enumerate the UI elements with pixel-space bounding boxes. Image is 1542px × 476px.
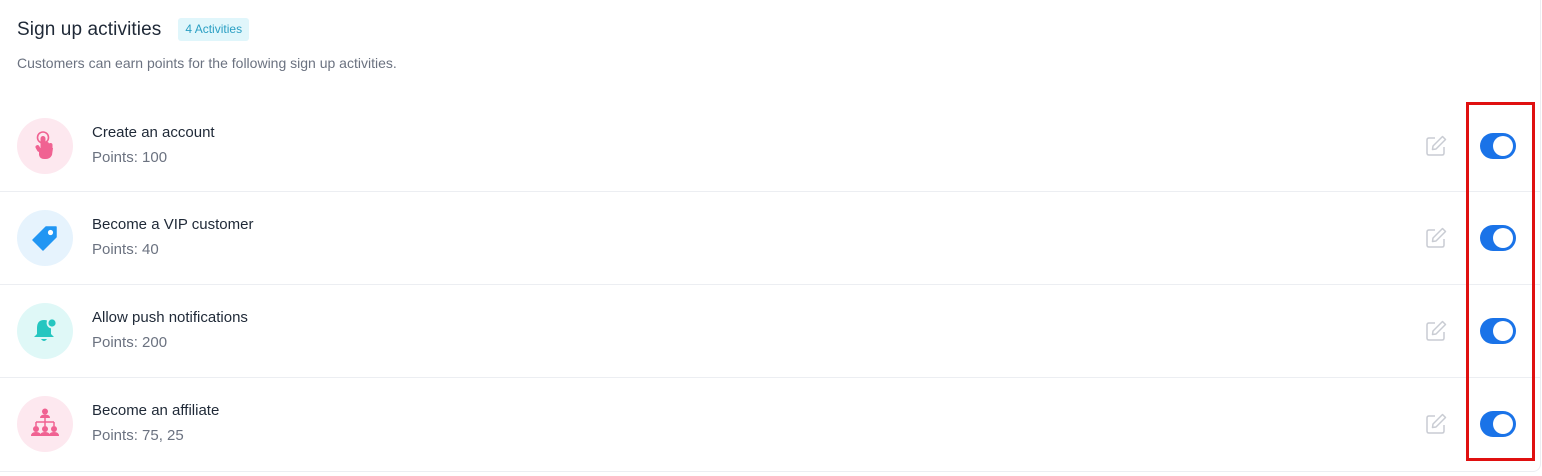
toggle-knob bbox=[1493, 414, 1513, 434]
toggle-knob bbox=[1493, 136, 1513, 156]
activity-toggle[interactable] bbox=[1480, 225, 1516, 251]
section-subtitle: Customers can earn points for the follow… bbox=[17, 55, 397, 71]
network-icon bbox=[17, 396, 73, 452]
sign-up-activities-panel: Sign up activities 4 Activities Customer… bbox=[0, 0, 1541, 472]
activity-toggle[interactable] bbox=[1480, 411, 1516, 437]
activity-count-badge: 4 Activities bbox=[178, 18, 250, 41]
section-header: Sign up activities 4 Activities bbox=[17, 18, 250, 41]
toggle-knob bbox=[1493, 321, 1513, 341]
tag-icon bbox=[17, 210, 73, 266]
edit-icon[interactable] bbox=[1424, 226, 1448, 250]
activity-list: Create an account Points: 100 Become a V… bbox=[0, 100, 1540, 472]
activity-points: Points: 100 bbox=[92, 149, 168, 166]
activity-points: Points: 75, 25 bbox=[92, 427, 184, 444]
activity-title: Create an account bbox=[92, 124, 215, 141]
activity-toggle[interactable] bbox=[1480, 133, 1516, 159]
activity-row-affiliate: Become an affiliate Points: 75, 25 bbox=[0, 378, 1540, 472]
activity-title: Become a VIP customer bbox=[92, 216, 254, 233]
activity-row-create-account: Create an account Points: 100 bbox=[0, 100, 1540, 192]
edit-icon[interactable] bbox=[1424, 319, 1448, 343]
activity-points: Points: 40 bbox=[92, 241, 159, 258]
activity-row-push-notifications: Allow push notifications Points: 200 bbox=[0, 285, 1540, 378]
edit-icon[interactable] bbox=[1424, 134, 1448, 158]
activity-title: Become an affiliate bbox=[92, 402, 220, 419]
edit-icon[interactable] bbox=[1424, 412, 1448, 436]
bell-icon bbox=[17, 303, 73, 359]
activity-points: Points: 200 bbox=[92, 334, 168, 351]
pointer-hand-icon bbox=[17, 118, 73, 174]
activity-row-vip-customer: Become a VIP customer Points: 40 bbox=[0, 192, 1540, 285]
activity-toggle[interactable] bbox=[1480, 318, 1516, 344]
toggle-knob bbox=[1493, 228, 1513, 248]
section-title: Sign up activities bbox=[17, 18, 162, 40]
activity-title: Allow push notifications bbox=[92, 309, 248, 326]
